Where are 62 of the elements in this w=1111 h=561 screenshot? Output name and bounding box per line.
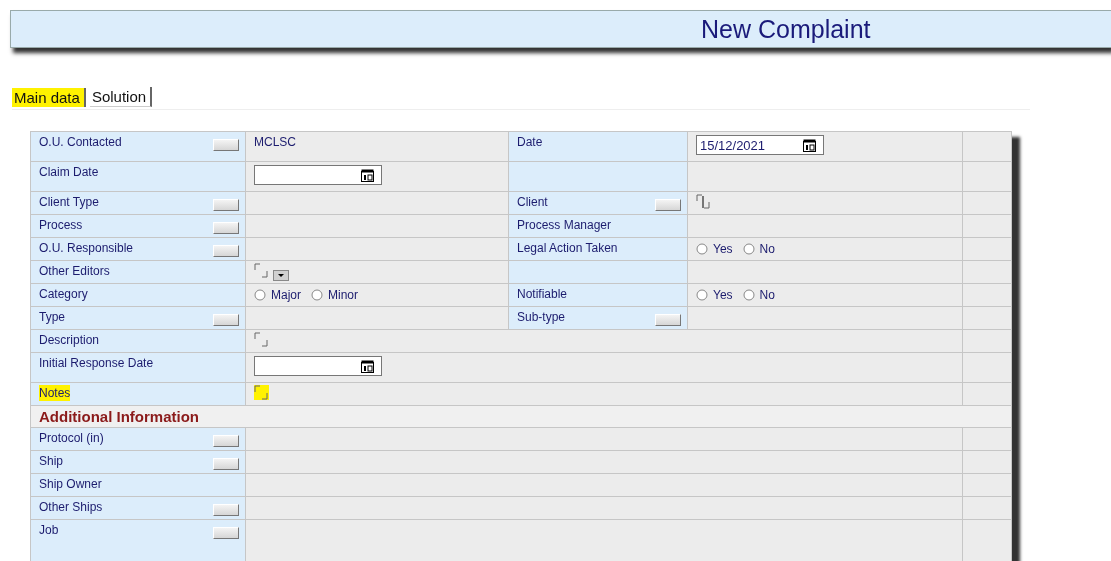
field-label: Initial Response Date <box>39 355 154 371</box>
value-cell <box>963 307 1011 329</box>
field-label: Client <box>517 194 548 210</box>
field-label: Process Manager <box>517 217 612 233</box>
field-label: Ship <box>39 453 64 469</box>
field-label: Ship Owner <box>39 476 102 492</box>
field-label: Other Editors <box>39 263 110 279</box>
field-label: Other Ships <box>39 499 103 515</box>
field-label: Type <box>39 309 65 325</box>
radio-circle-icon <box>742 243 755 255</box>
lookup-button[interactable] <box>213 504 239 516</box>
field-label: Date <box>517 134 543 150</box>
lookup-button[interactable] <box>213 527 239 539</box>
lookup-button[interactable] <box>655 199 681 211</box>
lookup-button[interactable] <box>213 139 239 151</box>
lookup-button[interactable] <box>655 314 681 326</box>
lookup-button[interactable] <box>213 222 239 234</box>
lookup-button[interactable] <box>213 435 239 447</box>
field-label: Legal Action Taken <box>517 240 618 256</box>
field-value: MCLSC <box>254 134 296 150</box>
lookup-button[interactable] <box>213 458 239 470</box>
caret-icon <box>277 273 285 278</box>
field-label: Process <box>39 217 83 233</box>
field-label: Description <box>39 332 100 348</box>
dropdown-button[interactable] <box>273 270 289 281</box>
radio-circle-icon <box>742 289 755 301</box>
field-label: Category <box>39 286 88 302</box>
field-label: O.U. Responsible <box>39 240 134 256</box>
section-heading: Additional Information <box>31 406 1011 427</box>
radio-button[interactable]: Yes <box>696 286 733 302</box>
value-cell <box>963 497 1011 519</box>
tab[interactable]: Main data <box>12 88 86 107</box>
memo-icon[interactable] <box>696 194 711 209</box>
radio-button[interactable]: No <box>742 286 775 302</box>
radio-circle-icon <box>696 289 708 301</box>
radio-circle-icon <box>254 289 266 301</box>
value-cell <box>963 162 1011 191</box>
radio-button[interactable]: Yes <box>696 240 733 256</box>
lookup-button[interactable] <box>213 199 239 211</box>
value-cell <box>963 261 1011 283</box>
window-title: New Complaint <box>701 14 871 44</box>
field-label: Job <box>39 522 59 538</box>
field-label: Claim Date <box>39 164 99 180</box>
value-cell <box>963 428 1011 450</box>
radio-button[interactable]: Major <box>254 286 301 302</box>
radio-circle-icon <box>311 289 323 301</box>
lookup-button[interactable] <box>213 314 239 326</box>
field-label: O.U. Contacted <box>39 134 122 150</box>
radio-button[interactable]: Minor <box>311 286 359 302</box>
value-cell <box>963 451 1011 473</box>
field-label: Notes <box>39 385 71 401</box>
lookup-button[interactable] <box>213 245 239 257</box>
value-cell <box>963 520 1011 561</box>
value-cell <box>963 215 1011 237</box>
field-label: Protocol (in) <box>39 430 104 446</box>
field-label: Sub-type <box>517 309 566 325</box>
tab[interactable]: Solution <box>89 87 153 107</box>
radio-button[interactable]: No <box>742 240 775 256</box>
field-label: Notifiable <box>517 286 568 302</box>
radio-circle-icon <box>696 243 708 255</box>
value-cell <box>963 474 1011 496</box>
field-label: Client Type <box>39 194 99 210</box>
